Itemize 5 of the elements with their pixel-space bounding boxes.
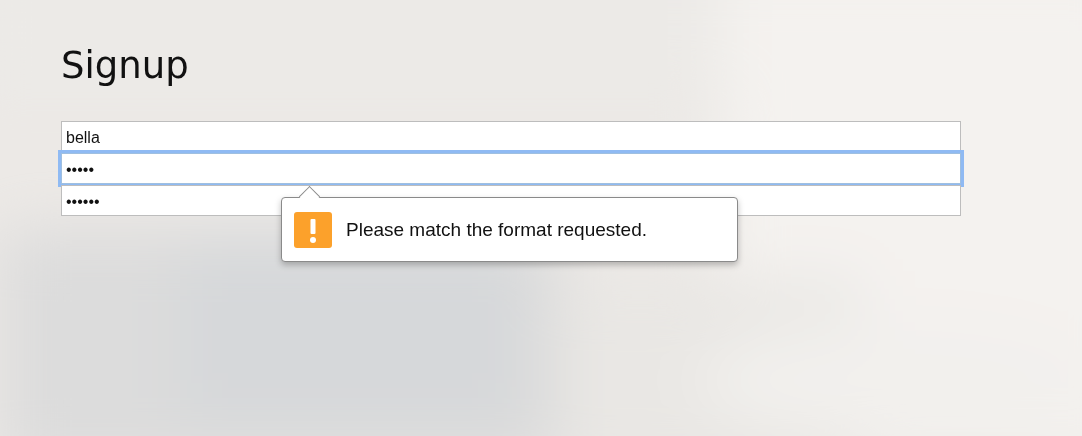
warning-icon	[294, 211, 332, 248]
tooltip-message: Please match the format requested.	[346, 218, 647, 241]
input-field[interactable]: bella	[61, 121, 961, 152]
input-field[interactable]: •••••	[61, 153, 961, 184]
page-title: Signup	[61, 44, 190, 88]
